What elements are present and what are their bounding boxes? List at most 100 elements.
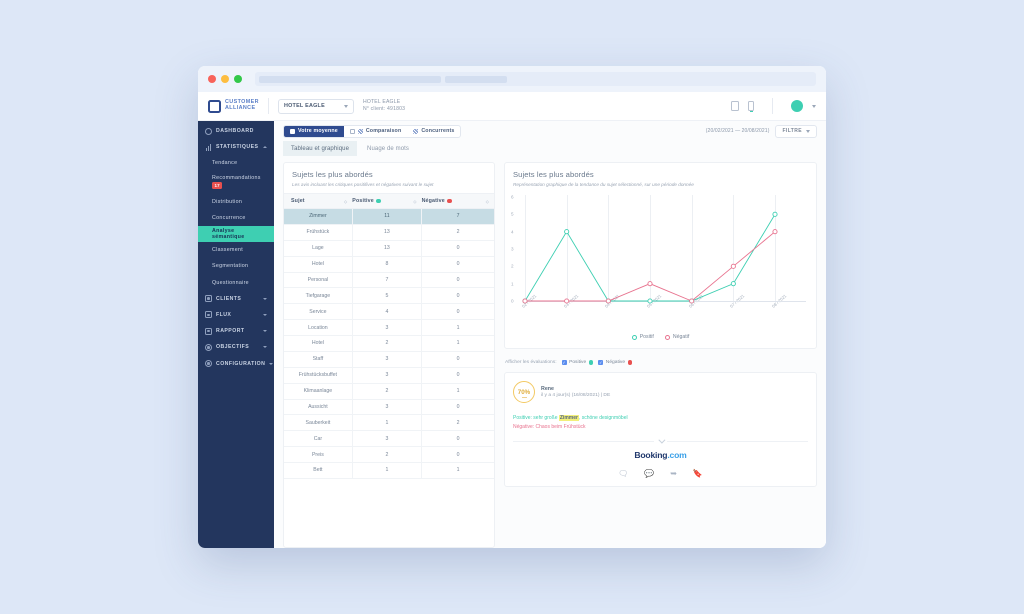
app-logo[interactable]: CUSTOMER ALLIANCE	[208, 99, 259, 113]
sort-icon[interactable]: ◇	[486, 199, 494, 204]
share-icon[interactable]: ➥	[670, 469, 677, 478]
avatar[interactable]	[791, 100, 803, 112]
sidebar-item-clients[interactable]: CLIENTS	[198, 291, 274, 307]
sort-icon[interactable]: ◇	[413, 199, 421, 204]
date-range[interactable]: (20/02/2021 — 20/08/2021)	[706, 128, 770, 134]
sidebar-item-questionnaire[interactable]: Questionnaire	[198, 275, 274, 291]
sidebar-sub-label: Tendance	[212, 160, 238, 167]
table-row[interactable]: Location 3 1	[284, 319, 494, 337]
tab-nuage-de-mots[interactable]: Nuage de mots	[359, 141, 417, 156]
table-row[interactable]: Sauberkeit 1 2	[284, 414, 494, 432]
data-point[interactable]	[522, 298, 528, 304]
table-row[interactable]: Car 3 0	[284, 430, 494, 448]
data-point[interactable]	[647, 298, 653, 304]
sidebar-item-classement[interactable]: Classement	[198, 242, 274, 258]
table-row[interactable]: Bett 1 1	[284, 462, 494, 479]
maximize-traffic-light[interactable]	[234, 75, 242, 83]
divider-line-right	[667, 441, 808, 443]
cell-positive: 3	[352, 319, 423, 337]
cell-positive: 8	[352, 256, 423, 273]
data-point[interactable]	[647, 281, 653, 287]
cell-subject: Bett	[284, 462, 353, 479]
table-row[interactable]: Staff 3 0	[284, 351, 494, 368]
table-row[interactable]: Hotel 8 0	[284, 256, 494, 273]
avatar-chevron-down-icon[interactable]	[812, 104, 816, 108]
table-row[interactable]: Klimaanlage 2 1	[284, 383, 494, 400]
table-row[interactable]: Preis 2 0	[284, 446, 494, 464]
table-row[interactable]: Frühstücksbuffet 3 0	[284, 367, 494, 384]
close-traffic-light[interactable]	[208, 75, 216, 83]
cell-positive: 1	[352, 462, 423, 479]
cell-negative: 0	[421, 367, 494, 384]
data-point[interactable]	[772, 211, 778, 217]
comment-icon[interactable]: 💬	[644, 469, 654, 478]
table-row[interactable]: Tiefgarage 5 0	[284, 287, 494, 305]
minimize-traffic-light[interactable]	[221, 75, 229, 83]
mobile-icon[interactable]	[747, 101, 754, 112]
sidebar-item-dashboard[interactable]: DASHBOARD	[198, 123, 274, 139]
review-positive-line: Positive: sehr große Zimmer, schöne desi…	[513, 414, 808, 423]
data-point[interactable]	[564, 229, 570, 235]
sidebar-item-analyse-semantique[interactable]: Analyse sémantique	[198, 225, 274, 243]
column-header-sujet[interactable]: Sujet ◇	[284, 193, 353, 210]
table-row[interactable]: Zimmer 11 7	[284, 208, 494, 225]
segment-votre-moyenne[interactable]: Votre moyenne	[284, 125, 344, 137]
data-point[interactable]	[730, 281, 736, 287]
review-actions: 🗨 💬 ➥ 🔖	[513, 469, 808, 478]
sidebar-sub-label: Recommandations	[212, 174, 261, 181]
cell-subject: Staff	[284, 351, 353, 368]
line-chart[interactable]: 6 5 4 3 2 1 0 02 / 2021 03 / 2021 04 / 2021 05 / 2…	[511, 193, 810, 321]
chevron-down-icon[interactable]	[658, 436, 666, 444]
chart-series-layer	[522, 211, 778, 304]
sidebar-item-tendance[interactable]: Tendance	[198, 155, 274, 171]
table-row[interactable]: Service 4 0	[284, 303, 494, 321]
eval-filter-negative[interactable]: ✓ Négative	[598, 360, 633, 366]
cell-subject: Hotel	[284, 256, 353, 273]
data-point[interactable]	[730, 263, 736, 269]
legend-item-positif[interactable]: Positif	[631, 334, 654, 340]
sidebar-item-flux[interactable]: FLUX	[198, 307, 274, 323]
sidebar-item-segmentation[interactable]: Segmentation	[198, 258, 274, 274]
review-positive-after: , schöne designmöbel	[578, 415, 628, 422]
sidebar-item-objectifs[interactable]: OBJECTIFS	[198, 339, 274, 355]
sort-icon[interactable]: ◇	[344, 199, 352, 204]
document-icon[interactable]	[730, 101, 739, 111]
topbar-actions	[730, 98, 816, 114]
sidebar-item-distribution[interactable]: Distribution	[198, 194, 274, 210]
table-row[interactable]: Lage 13 0	[284, 240, 494, 257]
sidebar-item-concurrence[interactable]: Concurrence	[198, 210, 274, 226]
data-point[interactable]	[772, 229, 778, 235]
table-header-row: Sujet ◇ Positive ◇ Négative ◇	[284, 193, 494, 210]
data-point[interactable]	[689, 298, 695, 304]
tag-icon[interactable]: 🔖	[693, 469, 703, 478]
chart-title: Sujets les plus abordés	[513, 170, 594, 179]
table-row[interactable]: Hotel 2 1	[284, 335, 494, 352]
address-bar[interactable]	[255, 72, 816, 86]
column-header-negative[interactable]: Négative ◇	[421, 193, 494, 210]
tab-tableau-et-graphique[interactable]: Tableau et graphique	[283, 141, 358, 156]
sidebar-item-rapport[interactable]: RAPPORT	[198, 323, 274, 339]
negative-series-icon	[664, 334, 670, 340]
sidebar-item-configuration[interactable]: CONFIGURATION	[198, 355, 274, 371]
cell-negative: 0	[421, 446, 494, 464]
reply-icon[interactable]: 🗨	[618, 469, 628, 478]
sidebar-item-statistiques[interactable]: STATISTIQUES	[198, 139, 274, 155]
sidebar-item-recommandations[interactable]: Recommandations 17	[198, 172, 274, 194]
table-row[interactable]: Aussicht 3 0	[284, 399, 494, 416]
expand-divider[interactable]	[513, 436, 808, 444]
data-point[interactable]	[605, 298, 611, 304]
data-point[interactable]	[564, 298, 570, 304]
cell-subject: Personal	[284, 272, 353, 289]
table-row[interactable]: Personal 7 0	[284, 272, 494, 289]
segment-comparaison[interactable]: Comparaison	[344, 126, 408, 137]
column-header-positive[interactable]: Positive ◇	[352, 193, 422, 210]
cell-positive: 3	[352, 351, 423, 368]
hotel-selector[interactable]: HOTEL EAGLE	[277, 98, 354, 114]
eval-filter-positive[interactable]: ✓ Positive	[561, 360, 594, 366]
topbar-divider	[267, 98, 269, 114]
cell-negative: 0	[421, 399, 494, 416]
filter-button[interactable]: FILTRE	[775, 124, 817, 138]
segment-concurrents[interactable]: Concurrents	[407, 126, 460, 137]
legend-item-negatif[interactable]: Négatif	[664, 334, 689, 340]
table-row[interactable]: Frühstück 13 2	[284, 224, 494, 241]
